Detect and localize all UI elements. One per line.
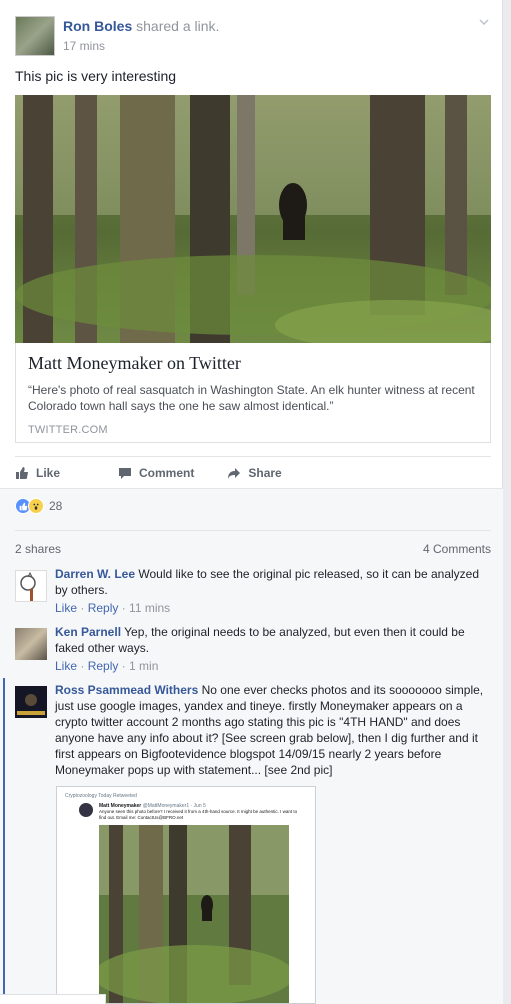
commenter-avatar[interactable]	[15, 628, 47, 660]
comment-item: Ross Psammead Withers No one ever checks…	[15, 682, 491, 792]
share-label: Share	[248, 465, 282, 480]
comment-body: Ken Parnell Yep, the original needs to b…	[55, 624, 491, 674]
comment-reply-link[interactable]: Reply	[88, 659, 119, 673]
wow-icon	[28, 498, 44, 514]
commenter-name[interactable]: Ken Parnell	[55, 625, 121, 639]
comment-item: Ken Parnell Yep, the original needs to b…	[15, 624, 491, 682]
post-action: shared a	[136, 18, 191, 34]
share-icon	[228, 467, 241, 479]
chat-tab-edge	[0, 994, 106, 1004]
link-description: “Here's photo of real sasquatch in Washi…	[28, 383, 475, 413]
comment-meta: Like · Reply · 11 mins	[55, 601, 171, 615]
author-name[interactable]: Ron Boles	[63, 18, 132, 34]
comment-label: Comment	[139, 465, 195, 480]
comment-time[interactable]: 1 min	[129, 659, 158, 673]
post-timestamp[interactable]: 17 mins	[63, 39, 105, 53]
tweet-text: Anyone seen this photo before? I receive…	[99, 809, 298, 820]
comments-count[interactable]: 4 Comments	[423, 542, 491, 556]
thread-indicator	[3, 678, 5, 1004]
like-label: Like	[36, 465, 61, 480]
link-preview[interactable]: Matt Moneymaker on Twitter “Here's photo…	[15, 343, 491, 443]
post-stats: 2 shares 4 Comments	[15, 530, 491, 556]
commenter-avatar[interactable]	[15, 570, 47, 602]
share-button[interactable]: Share	[227, 465, 282, 480]
reactions-summary[interactable]: 28	[15, 498, 62, 514]
comment-body: Darren W. Lee Would like to see the orig…	[55, 566, 491, 616]
comment-like-link[interactable]: Like	[55, 601, 77, 615]
link-domain: TWITTER.COM	[28, 424, 108, 436]
like-button[interactable]: Like	[15, 466, 60, 480]
post-header: Ron Boles shared a link.	[63, 18, 219, 34]
comment-body: Ross Psammead Withers No one ever checks…	[55, 682, 491, 778]
reaction-count[interactable]: 28	[49, 499, 62, 513]
post-action-link[interactable]: link.	[195, 18, 220, 34]
comment-like-link[interactable]: Like	[55, 659, 77, 673]
comment-text: No one ever checks photos and its sooooo…	[55, 683, 484, 777]
tweet-avatar	[79, 803, 93, 817]
commenter-avatar[interactable]	[15, 686, 47, 718]
link-title[interactable]: Matt Moneymaker on Twitter	[28, 353, 478, 374]
link-preview-image[interactable]	[15, 95, 491, 343]
tweet-retweet-line: Cryptozoology Today Retweeted	[65, 793, 137, 799]
commenter-name[interactable]: Darren W. Lee	[55, 567, 135, 581]
chevron-down-icon[interactable]	[478, 16, 490, 28]
comment-attachment-image[interactable]: Cryptozoology Today Retweeted Matt Money…	[56, 786, 316, 1004]
post-actions: Like Comment Share	[15, 456, 491, 488]
commenter-name[interactable]: Ross Psammead Withers	[55, 683, 198, 697]
post-text: This pic is very interesting	[15, 68, 177, 84]
author-avatar[interactable]	[15, 16, 55, 56]
comment-item: Darren W. Lee Would like to see the orig…	[15, 566, 491, 624]
comment-meta: Like · Reply · 1 min	[55, 659, 159, 673]
tweet-photo	[99, 825, 289, 1003]
shares-count[interactable]: 2 shares	[15, 542, 61, 556]
comment-button[interactable]: Comment	[118, 466, 194, 480]
comment-reply-link[interactable]: Reply	[88, 601, 119, 615]
thumbs-up-icon	[16, 466, 28, 479]
comment-icon	[119, 467, 132, 479]
comment-time[interactable]: 11 mins	[129, 601, 170, 615]
